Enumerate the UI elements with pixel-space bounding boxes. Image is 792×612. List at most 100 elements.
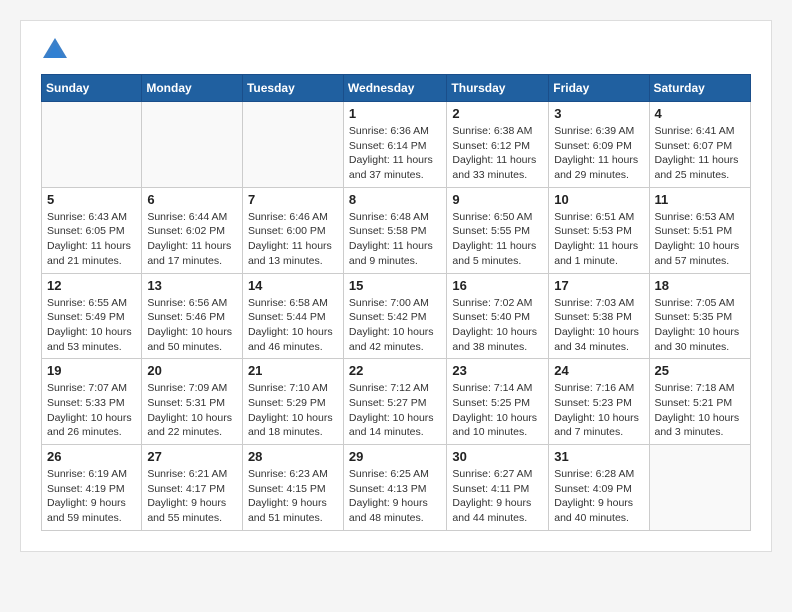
day-number: 16: [452, 278, 543, 293]
calendar-cell: 21 Sunrise: 7:10 AM Sunset: 5:29 PM Dayli…: [242, 359, 343, 445]
calendar-cell: [242, 102, 343, 188]
day-info: Sunrise: 7:05 AM Sunset: 5:35 PM Dayligh…: [655, 296, 746, 355]
day-info: Sunrise: 6:25 AM Sunset: 4:13 PM Dayligh…: [349, 467, 442, 526]
day-info: Sunrise: 6:39 AM Sunset: 6:09 PM Dayligh…: [554, 124, 643, 183]
day-number: 11: [655, 192, 746, 207]
calendar-cell: 19Sunrise: 7:07 AM Sunset: 5:33 PM Dayli…: [42, 359, 142, 445]
calendar-cell: 8 Sunrise: 6:48 AM Sunset: 5:58 PM Daylig…: [343, 187, 447, 273]
day-number: 14: [248, 278, 338, 293]
day-info: Sunrise: 7:02 AM Sunset: 5:40 PM Dayligh…: [452, 296, 543, 355]
day-info: Sunrise: 6:51 AM Sunset: 5:53 PM Dayligh…: [554, 210, 643, 269]
calendar-cell: 28 Sunrise: 6:23 AM Sunset: 4:15 PM Dayli…: [242, 445, 343, 531]
calendar-week-row: 19Sunrise: 7:07 AM Sunset: 5:33 PM Dayli…: [42, 359, 751, 445]
day-info: Sunrise: 6:38 AM Sunset: 6:12 PM Dayligh…: [452, 124, 543, 183]
day-info: Sunrise: 6:19 AM Sunset: 4:19 PM Dayligh…: [47, 467, 136, 526]
day-number: 28: [248, 449, 338, 464]
calendar-cell: 6 Sunrise: 6:44 AM Sunset: 6:02 PM Daylig…: [142, 187, 243, 273]
weekday-header-saturday: Saturday: [649, 75, 751, 102]
calendar-cell: 9 Sunrise: 6:50 AM Sunset: 5:55 PM Daylig…: [447, 187, 549, 273]
day-info: Sunrise: 7:03 AM Sunset: 5:38 PM Dayligh…: [554, 296, 643, 355]
calendar-cell: 12 Sunrise: 6:55 AM Sunset: 5:49 PM Dayli…: [42, 273, 142, 359]
day-info: Sunrise: 6:58 AM Sunset: 5:44 PM Dayligh…: [248, 296, 338, 355]
day-info: Sunrise: 6:44 AM Sunset: 6:02 PM Dayligh…: [147, 210, 237, 269]
day-number: 30: [452, 449, 543, 464]
calendar-cell: 1Sunrise: 6:36 AM Sunset: 6:14 PM Daylig…: [343, 102, 447, 188]
day-number: 22: [349, 363, 442, 378]
calendar-cell: [649, 445, 751, 531]
calendar-cell: 5Sunrise: 6:43 AM Sunset: 6:05 PM Daylig…: [42, 187, 142, 273]
calendar-cell: 29 Sunrise: 6:25 AM Sunset: 4:13 PM Dayli…: [343, 445, 447, 531]
calendar-week-row: 26 Sunrise: 6:19 AM Sunset: 4:19 PM Dayli…: [42, 445, 751, 531]
day-number: 1: [349, 106, 442, 121]
logo: [41, 36, 75, 64]
day-info: Sunrise: 6:41 AM Sunset: 6:07 PM Dayligh…: [655, 124, 746, 183]
day-info: Sunrise: 6:23 AM Sunset: 4:15 PM Dayligh…: [248, 467, 338, 526]
calendar-week-row: 1Sunrise: 6:36 AM Sunset: 6:14 PM Daylig…: [42, 102, 751, 188]
day-number: 27: [147, 449, 237, 464]
day-number: 26: [47, 449, 136, 464]
day-number: 31: [554, 449, 643, 464]
day-info: Sunrise: 6:27 AM Sunset: 4:11 PM Dayligh…: [452, 467, 543, 526]
calendar-header: SundayMondayTuesdayWednesdayThursdayFrid…: [42, 75, 751, 102]
calendar-week-row: 12 Sunrise: 6:55 AM Sunset: 5:49 PM Dayli…: [42, 273, 751, 359]
day-number: 8: [349, 192, 442, 207]
day-info: Sunrise: 6:46 AM Sunset: 6:00 PM Dayligh…: [248, 210, 338, 269]
day-number: 21: [248, 363, 338, 378]
weekday-header-tuesday: Tuesday: [242, 75, 343, 102]
calendar-cell: 22 Sunrise: 7:12 AM Sunset: 5:27 PM Dayli…: [343, 359, 447, 445]
calendar-table: SundayMondayTuesdayWednesdayThursdayFrid…: [41, 74, 751, 531]
logo-icon: [41, 36, 69, 64]
day-number: 4: [655, 106, 746, 121]
day-info: Sunrise: 7:18 AM Sunset: 5:21 PM Dayligh…: [655, 381, 746, 440]
day-info: Sunrise: 6:43 AM Sunset: 6:05 PM Dayligh…: [47, 210, 136, 269]
calendar-cell: 18 Sunrise: 7:05 AM Sunset: 5:35 PM Dayli…: [649, 273, 751, 359]
calendar-cell: 4 Sunrise: 6:41 AM Sunset: 6:07 PM Daylig…: [649, 102, 751, 188]
day-info: Sunrise: 6:50 AM Sunset: 5:55 PM Dayligh…: [452, 210, 543, 269]
calendar-cell: 26 Sunrise: 6:19 AM Sunset: 4:19 PM Dayli…: [42, 445, 142, 531]
day-info: Sunrise: 7:09 AM Sunset: 5:31 PM Dayligh…: [147, 381, 237, 440]
day-number: 24: [554, 363, 643, 378]
day-number: 17: [554, 278, 643, 293]
day-info: Sunrise: 6:53 AM Sunset: 5:51 PM Dayligh…: [655, 210, 746, 269]
day-number: 15: [349, 278, 442, 293]
day-number: 9: [452, 192, 543, 207]
day-info: Sunrise: 6:48 AM Sunset: 5:58 PM Dayligh…: [349, 210, 442, 269]
day-number: 13: [147, 278, 237, 293]
day-info: Sunrise: 7:12 AM Sunset: 5:27 PM Dayligh…: [349, 381, 442, 440]
calendar-cell: 30 Sunrise: 6:27 AM Sunset: 4:11 PM Dayli…: [447, 445, 549, 531]
calendar-cell: 20 Sunrise: 7:09 AM Sunset: 5:31 PM Dayli…: [142, 359, 243, 445]
calendar-cell: 17 Sunrise: 7:03 AM Sunset: 5:38 PM Dayli…: [549, 273, 649, 359]
day-info: Sunrise: 6:28 AM Sunset: 4:09 PM Dayligh…: [554, 467, 643, 526]
weekday-header-row: SundayMondayTuesdayWednesdayThursdayFrid…: [42, 75, 751, 102]
calendar-cell: 3Sunrise: 6:39 AM Sunset: 6:09 PM Daylig…: [549, 102, 649, 188]
calendar-container: SundayMondayTuesdayWednesdayThursdayFrid…: [20, 20, 772, 552]
day-number: 7: [248, 192, 338, 207]
calendar-cell: 16 Sunrise: 7:02 AM Sunset: 5:40 PM Dayli…: [447, 273, 549, 359]
calendar-cell: [42, 102, 142, 188]
calendar-week-row: 5Sunrise: 6:43 AM Sunset: 6:05 PM Daylig…: [42, 187, 751, 273]
weekday-header-monday: Monday: [142, 75, 243, 102]
calendar-cell: 27Sunrise: 6:21 AM Sunset: 4:17 PM Dayli…: [142, 445, 243, 531]
header-area: [41, 36, 751, 64]
day-number: 25: [655, 363, 746, 378]
calendar-cell: 14 Sunrise: 6:58 AM Sunset: 5:44 PM Dayli…: [242, 273, 343, 359]
calendar-cell: 24Sunrise: 7:16 AM Sunset: 5:23 PM Dayli…: [549, 359, 649, 445]
day-number: 20: [147, 363, 237, 378]
day-info: Sunrise: 7:14 AM Sunset: 5:25 PM Dayligh…: [452, 381, 543, 440]
day-number: 29: [349, 449, 442, 464]
day-number: 6: [147, 192, 237, 207]
day-info: Sunrise: 7:10 AM Sunset: 5:29 PM Dayligh…: [248, 381, 338, 440]
calendar-cell: 25 Sunrise: 7:18 AM Sunset: 5:21 PM Dayli…: [649, 359, 751, 445]
day-number: 2: [452, 106, 543, 121]
day-number: 23: [452, 363, 543, 378]
weekday-header-thursday: Thursday: [447, 75, 549, 102]
calendar-cell: 11 Sunrise: 6:53 AM Sunset: 5:51 PM Dayli…: [649, 187, 751, 273]
weekday-header-friday: Friday: [549, 75, 649, 102]
calendar-cell: 15Sunrise: 7:00 AM Sunset: 5:42 PM Dayli…: [343, 273, 447, 359]
day-number: 12: [47, 278, 136, 293]
day-number: 18: [655, 278, 746, 293]
calendar-cell: 10Sunrise: 6:51 AM Sunset: 5:53 PM Dayli…: [549, 187, 649, 273]
weekday-header-wednesday: Wednesday: [343, 75, 447, 102]
day-info: Sunrise: 6:56 AM Sunset: 5:46 PM Dayligh…: [147, 296, 237, 355]
day-info: Sunrise: 6:55 AM Sunset: 5:49 PM Dayligh…: [47, 296, 136, 355]
